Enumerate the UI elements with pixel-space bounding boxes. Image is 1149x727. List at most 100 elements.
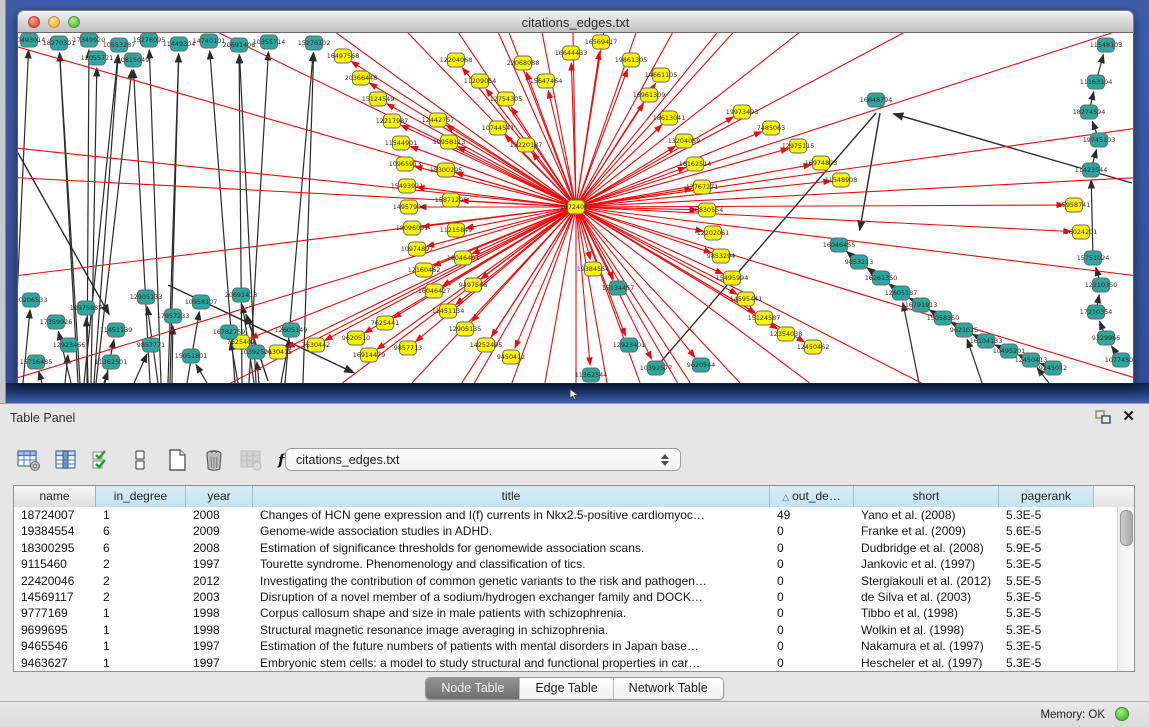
table-cell[interactable]: 2008: [186, 507, 253, 523]
table-cell[interactable]: 5.3E-5: [999, 655, 1094, 671]
table-cell[interactable]: 9465546: [14, 638, 96, 654]
tab-edge-table[interactable]: Edge Table: [520, 678, 613, 699]
memory-ok-icon[interactable]: [1115, 707, 1129, 721]
table-cell[interactable]: 1998: [186, 605, 253, 621]
select-all-icon[interactable]: [90, 448, 116, 472]
column-header-name[interactable]: name: [14, 486, 96, 507]
table-cell[interactable]: 1: [96, 507, 186, 523]
close-icon[interactable]: ✕: [1122, 408, 1135, 426]
table-cell[interactable]: 22420046: [14, 573, 96, 589]
table-cell[interactable]: 9699695: [14, 622, 96, 638]
table-cell[interactable]: 49: [770, 507, 854, 523]
table-row[interactable]: 1938455462009Genome-wide association stu…: [14, 523, 1134, 539]
table-options-icon[interactable]: [16, 448, 42, 472]
table-cell[interactable]: 0: [770, 540, 854, 556]
tab-network-table[interactable]: Network Table: [614, 678, 723, 699]
column-header-year[interactable]: year: [186, 486, 253, 507]
network-canvas[interactable]: 1649756820366448151245491221798711544901…: [17, 33, 1134, 383]
table-cell[interactable]: 9777169: [14, 605, 96, 621]
table-cell[interactable]: Tourette syndrome. Phenomenology and cla…: [253, 556, 770, 572]
table-cell[interactable]: 0: [770, 523, 854, 539]
column-header-pagerank[interactable]: pagerank: [999, 486, 1094, 507]
table-row[interactable]: 911546021997Tourette syndrome. Phenomeno…: [14, 556, 1134, 572]
table-row[interactable]: 946554611997Estimation of the future num…: [14, 638, 1134, 654]
table-cell[interactable]: 2003: [186, 589, 253, 605]
table-cell[interactable]: Dudbridge et al. (2008): [854, 540, 999, 556]
table-cell[interactable]: 18300295: [14, 540, 96, 556]
table-cell[interactable]: 0: [770, 573, 854, 589]
table-cell[interactable]: 2: [96, 589, 186, 605]
table-cell[interactable]: 14569117: [14, 589, 96, 605]
table-cell[interactable]: 2012: [186, 573, 253, 589]
network-graph[interactable]: 1649756820366448151245491221798711544901…: [18, 33, 1133, 383]
table-cell[interactable]: Wolkin et al. (1998): [854, 622, 999, 638]
table-cell[interactable]: Corpus callosum shape and size in male p…: [253, 605, 770, 621]
column-header-short[interactable]: short: [854, 486, 999, 507]
table-cell[interactable]: 5.6E-5: [999, 523, 1094, 539]
delete-icon[interactable]: [201, 448, 227, 472]
tab-node-table[interactable]: Node Table: [426, 678, 520, 699]
table-cell[interactable]: 9115460: [14, 556, 96, 572]
table-cell[interactable]: Disruption of a novel member of a sodium…: [253, 589, 770, 605]
table-cell[interactable]: Structural magnetic resonance image aver…: [253, 622, 770, 638]
table-cell[interactable]: 0: [770, 605, 854, 621]
float-panel-icon[interactable]: [1095, 410, 1111, 425]
table-cell[interactable]: 6: [96, 523, 186, 539]
table-cell[interactable]: 1: [96, 655, 186, 671]
table-cell[interactable]: Changes of HCN gene expression and I(f) …: [253, 507, 770, 523]
table-cell[interactable]: 2009: [186, 523, 253, 539]
table-cell[interactable]: 1: [96, 605, 186, 621]
table-cell[interactable]: 0: [770, 638, 854, 654]
table-row[interactable]: 946362711997Embryonic stem cells: a mode…: [14, 655, 1134, 671]
table-cell[interactable]: Franke et al. (2009): [854, 523, 999, 539]
table-cell[interactable]: Embryonic stem cells: a model to study s…: [253, 655, 770, 671]
table-row[interactable]: 2242004622012Investigating the contribut…: [14, 573, 1134, 589]
table-cell[interactable]: 2: [96, 573, 186, 589]
network-window-titlebar[interactable]: citations_edges.txt: [17, 10, 1134, 33]
table-selector-dropdown[interactable]: citations_edges.txt: [285, 448, 681, 471]
table-row[interactable]: 1872400712008Changes of HCN gene express…: [14, 507, 1134, 523]
table-cell[interactable]: 5.5E-5: [999, 573, 1094, 589]
table-cell[interactable]: 5.3E-5: [999, 605, 1094, 621]
table-cell[interactable]: 1: [96, 622, 186, 638]
table-cell[interactable]: 2008: [186, 540, 253, 556]
table-cell[interactable]: Yano et al. (2008): [854, 507, 999, 523]
vertical-scrollbar[interactable]: [1117, 507, 1134, 671]
table-cell[interactable]: 18724007: [14, 507, 96, 523]
table-cell[interactable]: 1997: [186, 655, 253, 671]
table-cell[interactable]: Genome-wide association studies in ADHD.: [253, 523, 770, 539]
show-columns-icon[interactable]: [53, 448, 79, 472]
table-cell[interactable]: 5.3E-5: [999, 589, 1094, 605]
table-cell[interactable]: Tibbo et al. (1998): [854, 605, 999, 621]
clear-selection-icon[interactable]: [127, 448, 153, 472]
table-cell[interactable]: 5.3E-5: [999, 507, 1094, 523]
table-cell[interactable]: Nakamura et al. (1997): [854, 638, 999, 654]
table-cell[interactable]: 1: [96, 638, 186, 654]
table-cell[interactable]: 6: [96, 540, 186, 556]
table-cell[interactable]: Stergiakouli et al. (2012): [854, 573, 999, 589]
table-cell[interactable]: 1998: [186, 622, 253, 638]
table-row[interactable]: 977716911998Corpus callosum shape and si…: [14, 605, 1134, 621]
table-cell[interactable]: Hescheler et al. (1997): [854, 655, 999, 671]
table-cell[interactable]: Investigating the contribution of common…: [253, 573, 770, 589]
scrollbar-thumb[interactable]: [1120, 510, 1133, 546]
table-cell[interactable]: 5.3E-5: [999, 638, 1094, 654]
table-cell[interactable]: 0: [770, 556, 854, 572]
table-cell[interactable]: 5.9E-5: [999, 540, 1094, 556]
table-cell[interactable]: de Silva et al. (2003): [854, 589, 999, 605]
table-cell[interactable]: Estimation of significance thresholds fo…: [253, 540, 770, 556]
table-row[interactable]: 1830029562008Estimation of significance …: [14, 540, 1134, 556]
table-cell[interactable]: 1997: [186, 638, 253, 654]
table-cell[interactable]: 0: [770, 622, 854, 638]
table-cell[interactable]: Estimation of the future numbers of pati…: [253, 638, 770, 654]
table-cell[interactable]: 5.3E-5: [999, 622, 1094, 638]
table-cell[interactable]: 9463627: [14, 655, 96, 671]
left-splitter[interactable]: [0, 0, 6, 403]
column-header-title[interactable]: title: [253, 486, 770, 507]
table-row[interactable]: 969969511998Structural magnetic resonanc…: [14, 622, 1134, 638]
column-header-outde[interactable]: △out_de…: [770, 486, 854, 507]
table-row[interactable]: 1456911722003Disruption of a novel membe…: [14, 589, 1134, 605]
new-table-icon[interactable]: [164, 448, 190, 472]
column-header-indegree[interactable]: in_degree: [96, 486, 186, 507]
table-cell[interactable]: 1997: [186, 556, 253, 572]
